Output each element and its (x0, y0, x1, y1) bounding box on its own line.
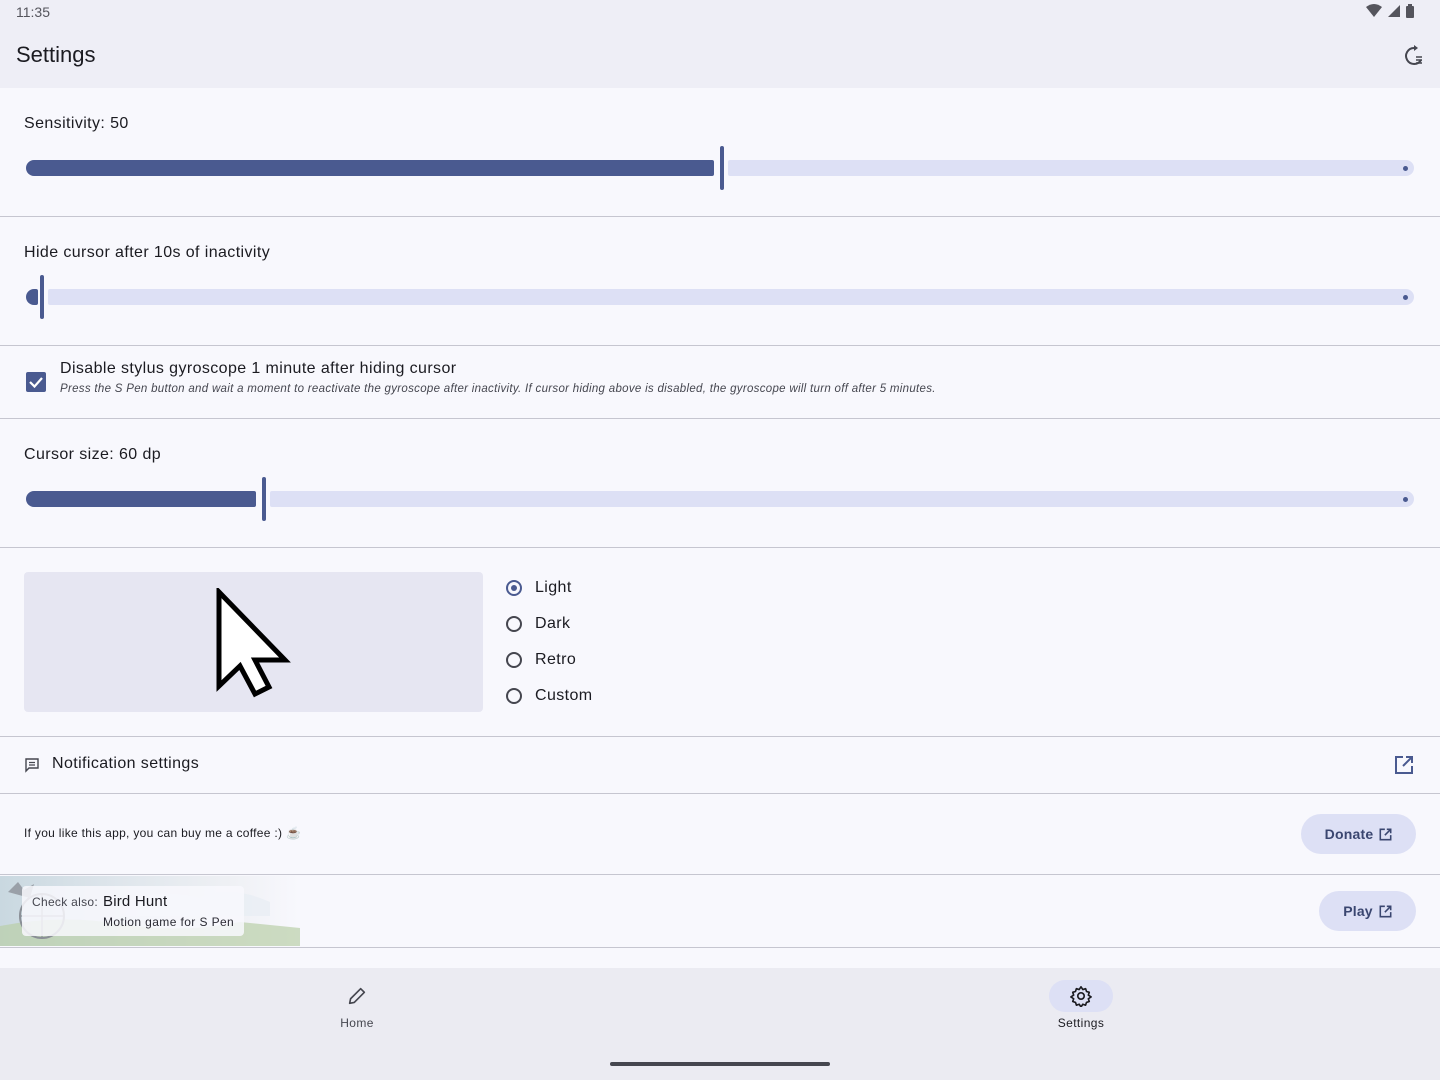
slider-active-track (26, 289, 38, 305)
cursor-arrow-icon (216, 588, 291, 698)
gyroscope-title: Disable stylus gyroscope 1 minute after … (60, 360, 457, 377)
divider (0, 874, 1440, 875)
nav-item-home[interactable]: Home (297, 980, 417, 1044)
donate-button[interactable]: Donate (1301, 814, 1416, 854)
notification-settings-label: Notification settings (52, 755, 200, 772)
gyroscope-checkbox[interactable] (26, 372, 46, 392)
hide-cursor-label: Hide cursor after 10s of inactivity (24, 244, 271, 261)
sensitivity-label: Sensitivity: 50 (24, 115, 129, 132)
divider (0, 418, 1440, 419)
home-indicator (610, 1062, 830, 1066)
message-icon (25, 758, 39, 773)
divider (0, 736, 1440, 737)
slider-thumb[interactable] (40, 275, 44, 319)
radio-retro[interactable]: Retro (504, 648, 576, 672)
cursor-size-slider[interactable] (24, 477, 1416, 521)
nav-label-home: Home (340, 1016, 374, 1030)
divider (0, 345, 1440, 346)
radio-button[interactable] (506, 580, 522, 596)
divider (0, 793, 1440, 794)
gyroscope-description: Press the S Pen button and wait a moment… (60, 383, 936, 395)
checkmark-icon (29, 377, 43, 389)
hide-cursor-slider[interactable] (24, 275, 1416, 319)
slider-inactive-track (48, 289, 1414, 305)
nav-label-settings: Settings (1057, 1016, 1105, 1030)
radio-label: Dark (535, 615, 571, 632)
open-external-icon (1379, 828, 1392, 840)
check-also-label: Check also: (32, 895, 98, 909)
divider (0, 947, 1440, 948)
radio-light[interactable]: Light (504, 576, 572, 600)
radio-button[interactable] (506, 688, 522, 704)
radio-dark[interactable]: Dark (504, 612, 570, 636)
status-bar: 11:35 (0, 0, 1440, 24)
divider (0, 547, 1440, 548)
slider-inactive-track (270, 491, 1414, 507)
cursor-preview (24, 572, 483, 712)
radio-button[interactable] (506, 652, 522, 668)
divider (0, 216, 1440, 217)
nav-icon-container (1049, 980, 1113, 1012)
slider-active-track (26, 491, 256, 507)
status-icons (1366, 4, 1414, 18)
slider-thumb[interactable] (262, 477, 266, 521)
status-time: 11:35 (16, 4, 50, 20)
radio-label: Light (535, 579, 572, 596)
bird-hunt-title: Bird Hunt (103, 893, 168, 910)
open-external-icon (1379, 905, 1392, 917)
slider-stop-indicator (1403, 166, 1408, 171)
gear-icon (1070, 986, 1092, 1007)
cursor-size-label: Cursor size: 60 dp (24, 446, 162, 463)
bird-hunt-subtitle: Motion game for S Pen (103, 915, 235, 929)
nav-item-settings[interactable]: Settings (1021, 980, 1141, 1044)
signal-icon (1388, 5, 1400, 17)
donate-text: If you like this app, you can buy me a c… (24, 826, 302, 840)
play-button-label: Play (1343, 903, 1373, 919)
nav-icon-container (325, 980, 389, 1012)
pencil-icon (348, 987, 366, 1005)
restore-defaults-button[interactable] (1402, 44, 1426, 68)
slider-thumb[interactable] (720, 146, 724, 190)
radio-label: Retro (535, 651, 577, 668)
radio-label: Custom (535, 687, 593, 704)
wifi-icon (1366, 4, 1382, 17)
slider-inactive-track (728, 160, 1414, 176)
restore-icon (1405, 45, 1422, 65)
page-title: Settings (16, 42, 96, 67)
open-external-icon[interactable] (1394, 755, 1414, 775)
battery-icon (1406, 4, 1414, 18)
top-app-bar: Settings (0, 24, 1440, 88)
play-button[interactable]: Play (1319, 891, 1416, 931)
slider-active-track (26, 160, 714, 176)
radio-custom[interactable]: Custom (504, 684, 593, 708)
notification-settings-row[interactable]: Notification settings (0, 738, 1440, 793)
donate-button-label: Donate (1324, 826, 1374, 842)
sensitivity-slider[interactable] (24, 146, 1416, 190)
slider-stop-indicator (1403, 497, 1408, 502)
radio-button[interactable] (506, 616, 522, 632)
slider-stop-indicator (1403, 295, 1408, 300)
